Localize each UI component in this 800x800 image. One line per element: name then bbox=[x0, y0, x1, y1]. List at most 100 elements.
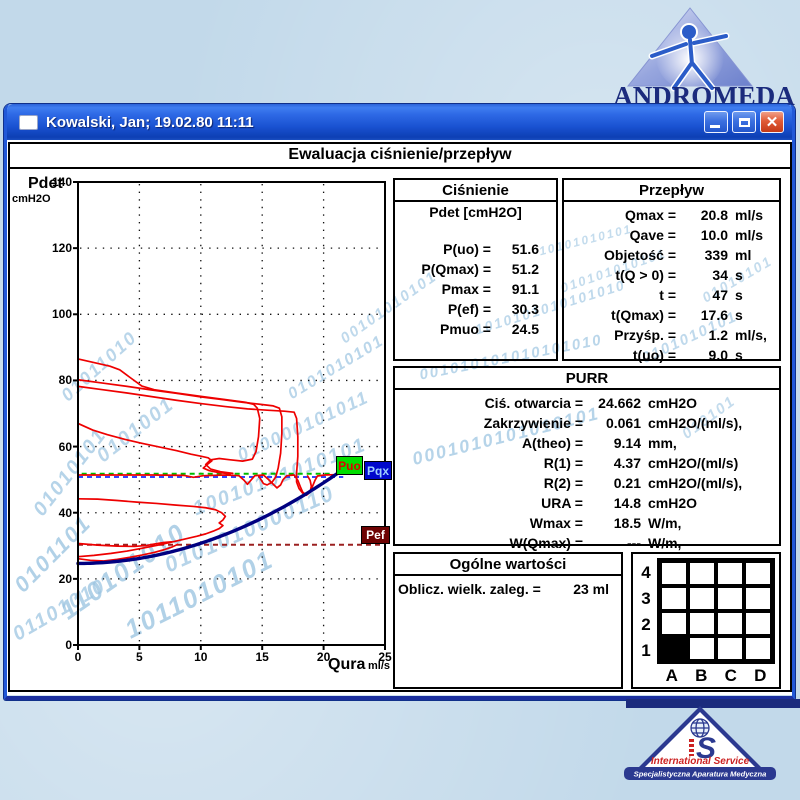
x-tick-label: 0 bbox=[64, 650, 92, 664]
window-titlebar[interactable]: Kowalski, Jan; 19.02.80 11:11 ✕ bbox=[7, 104, 792, 140]
row-label: Qmax = bbox=[564, 205, 676, 225]
x-tick-label: 10 bbox=[187, 650, 215, 664]
row-value: --- bbox=[583, 533, 641, 553]
nomogram-col-labels: ABCD bbox=[657, 666, 775, 686]
maximize-button[interactable] bbox=[732, 111, 756, 133]
general-values-title: Ogólne wartości bbox=[395, 554, 621, 576]
table-row: Objetość =339ml bbox=[564, 245, 779, 265]
row-label: P(ef) = bbox=[395, 299, 491, 319]
row-value: 10.0 bbox=[676, 225, 728, 245]
row-value: 91.1 bbox=[491, 279, 539, 299]
table-row: t =47s bbox=[564, 285, 779, 305]
pf-trace-3 bbox=[78, 386, 311, 494]
table-row: Wmax =18.5W/m, bbox=[395, 513, 779, 533]
row-unit: cmH2O/(ml/s) bbox=[641, 453, 738, 473]
nomogram-panel: 4321 ABCD bbox=[631, 552, 781, 689]
flow-panel-title: Przepływ bbox=[564, 180, 779, 202]
minimize-button[interactable] bbox=[704, 111, 728, 133]
row-value: 51.6 bbox=[491, 239, 539, 259]
row-unit: s bbox=[728, 265, 743, 285]
nomogram-row-labels: 4321 bbox=[637, 560, 655, 664]
row-label: P(Qmax) = bbox=[395, 259, 491, 279]
row-label: Zakrzywienie = bbox=[395, 413, 583, 433]
row-unit: s bbox=[728, 345, 743, 365]
nomogram-cell-D1 bbox=[744, 636, 772, 661]
y-axis-unit: cmH2O bbox=[12, 193, 51, 205]
is-logo-subtitle: Specjalistyczna Aparatura Medyczna bbox=[634, 770, 767, 779]
table-row: t(Qmax) =17.6s bbox=[564, 305, 779, 325]
nomogram-row-label: 1 bbox=[637, 638, 655, 664]
andromeda-logo: ANDROMEDA bbox=[612, 2, 800, 114]
nomogram-cell-B1 bbox=[688, 636, 716, 661]
close-icon: ✕ bbox=[766, 115, 779, 130]
row-value: 20.8 bbox=[676, 205, 728, 225]
row-label: Przyśp. = bbox=[564, 325, 676, 345]
plot-border bbox=[78, 182, 385, 645]
pf-trace-5 bbox=[78, 499, 225, 557]
row-unit: ml/s bbox=[728, 205, 763, 225]
table-row: P(ef) =30.3 bbox=[395, 299, 556, 319]
table-row: P(Qmax) =51.2 bbox=[395, 259, 556, 279]
pressure-panel-title: Ciśnienie bbox=[395, 180, 556, 202]
purr-panel: PURR Ciś. otwarcia =24.662cmH2OZakrzywie… bbox=[393, 366, 781, 546]
nomogram-cell-B2 bbox=[688, 611, 716, 636]
row-value: 4.37 bbox=[583, 453, 641, 473]
row-label: P(uo) = bbox=[395, 239, 491, 259]
table-row: Ciś. otwarcia =24.662cmH2O bbox=[395, 393, 779, 413]
nomogram-cell-D4 bbox=[744, 561, 772, 586]
nomogram-row-label: 2 bbox=[637, 612, 655, 638]
table-row: R(2) =0.21cmH2O/(ml/s), bbox=[395, 473, 779, 493]
table-row: P(uo) =51.6 bbox=[395, 239, 556, 259]
window-title: Kowalski, Jan; 19.02.80 11:11 bbox=[46, 114, 700, 131]
row-label: t(uo) = bbox=[564, 345, 676, 365]
row-value: 0.21 bbox=[583, 473, 641, 493]
row-value: 1.2 bbox=[676, 325, 728, 345]
row-label: R(1) = bbox=[395, 453, 583, 473]
page-background: ANDROMEDA Kowalski, Jan; 19.02.80 11:11 … bbox=[0, 0, 800, 800]
table-row: Qave =10.0ml/s bbox=[564, 225, 779, 245]
table-row: W(Qmax) =---W/m, bbox=[395, 533, 779, 553]
window-icon bbox=[19, 115, 38, 130]
row-value: 339 bbox=[676, 245, 728, 265]
nomogram-row-label: 4 bbox=[637, 560, 655, 586]
international-service-logo: S International Service Specjalistyczna … bbox=[612, 698, 800, 798]
nomogram-col-label: B bbox=[687, 666, 717, 686]
row-value: 9.0 bbox=[676, 345, 728, 365]
row-value: 23 ml bbox=[573, 579, 609, 599]
row-value: 0.061 bbox=[583, 413, 641, 433]
table-row: Qmax =20.8ml/s bbox=[564, 205, 779, 225]
nomogram-cell-D3 bbox=[744, 586, 772, 611]
row-value: 14.8 bbox=[583, 493, 641, 513]
nomogram-cell-D2 bbox=[744, 611, 772, 636]
table-row: URA =14.8cmH2O bbox=[395, 493, 779, 513]
y-tick-label: 40 bbox=[40, 506, 72, 520]
row-label: W(Qmax) = bbox=[395, 533, 583, 553]
nomogram-cell-A3 bbox=[660, 586, 688, 611]
marker-pqx: Pqx bbox=[364, 461, 392, 480]
row-label: A(theo) = bbox=[395, 433, 583, 453]
row-label: Wmax = bbox=[395, 513, 583, 533]
nomogram-col-label: D bbox=[746, 666, 776, 686]
row-unit: ml bbox=[728, 245, 751, 265]
row-value: 24.5 bbox=[491, 319, 539, 339]
row-value: 17.6 bbox=[676, 305, 728, 325]
x-tick-label: 15 bbox=[248, 650, 276, 664]
table-row: Przyśp. =1.2ml/s, bbox=[564, 325, 779, 345]
nomogram-cell-C1 bbox=[716, 636, 744, 661]
row-value: 47 bbox=[676, 285, 728, 305]
x-tick-label: 5 bbox=[125, 650, 153, 664]
close-button[interactable]: ✕ bbox=[760, 111, 784, 133]
row-unit: cmH2O bbox=[641, 393, 697, 413]
row-unit: cmH2O/(ml/s), bbox=[641, 413, 742, 433]
nomogram-grid bbox=[657, 558, 775, 664]
row-value: 9.14 bbox=[583, 433, 641, 453]
nomogram-cell-A2 bbox=[660, 611, 688, 636]
row-label: Pmuo = bbox=[395, 319, 491, 339]
marker-pef: Pef bbox=[361, 526, 390, 544]
row-value: 18.5 bbox=[583, 513, 641, 533]
row-label: Ciś. otwarcia = bbox=[395, 393, 583, 413]
table-row: Pmuo =24.5 bbox=[395, 319, 556, 339]
row-unit: W/m, bbox=[641, 533, 681, 553]
table-row: A(theo) =9.14mm, bbox=[395, 433, 779, 453]
row-label: Oblicz. wielk. zaleg. = bbox=[398, 579, 541, 599]
